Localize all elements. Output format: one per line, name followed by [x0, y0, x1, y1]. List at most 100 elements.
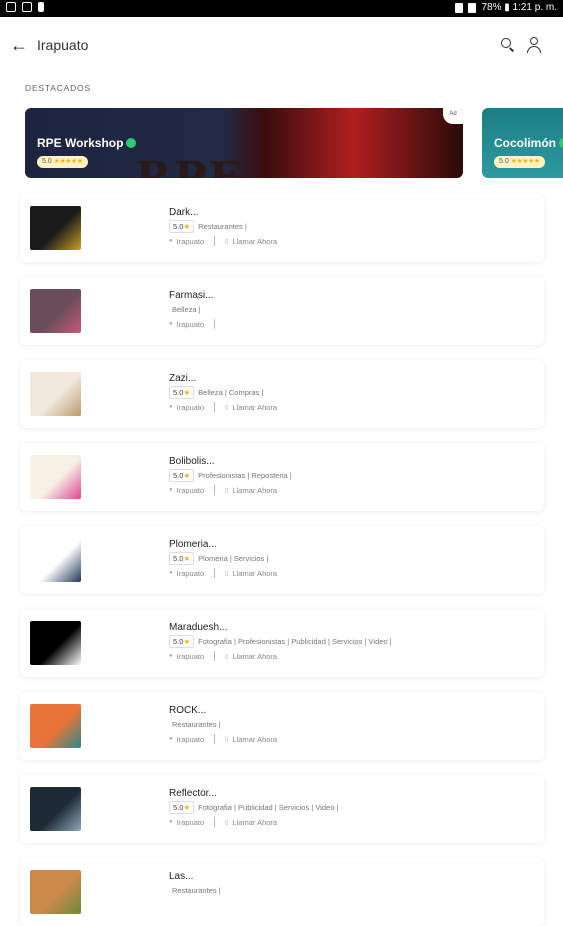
business-name: Zazi... [169, 373, 197, 384]
location-pin-icon: ● [169, 819, 173, 825]
flipboard-icon [22, 2, 32, 12]
star-icon: ★ [183, 388, 191, 397]
star-icon: ★ [183, 637, 191, 646]
business-card[interactable]: Bolibolis... 5.0★ Profesionistas | Reposte… [20, 443, 544, 511]
call-now-link[interactable]: Llamar Ahora [232, 735, 277, 744]
business-categories: Restaurantes | [198, 222, 247, 231]
call-now-link[interactable]: Llamar Ahora [232, 652, 277, 661]
star-icon: ★ [183, 554, 191, 563]
star-icon: ★ [183, 471, 191, 480]
business-actions: ● Irapuato ▯ Llamar Ahora [169, 568, 277, 578]
system-indicators: 78% ▮ 1:21 p. m. [455, 2, 557, 13]
location-pin-icon: ● [169, 736, 173, 742]
business-meta: Restaurantes | [169, 884, 221, 897]
call-now-link[interactable]: Llamar Ahora [232, 237, 277, 246]
rating-badge: 5.0★ [169, 801, 195, 814]
business-thumbnail [30, 704, 81, 748]
business-location: Irapuato [176, 734, 205, 744]
business-name: Farmasi... [169, 290, 214, 301]
business-meta: 5.0★ Restaurantes | [169, 220, 247, 233]
phone-icon: ▯ [225, 238, 229, 245]
business-card[interactable]: Farmasi... Belleza | ● Irapuato [20, 277, 544, 345]
business-card[interactable]: Dark... 5.0★ Restaurantes | ● Irapuato ▯ Llama… [20, 194, 544, 262]
rating-badge: 5.0★ [169, 552, 195, 565]
divider [214, 402, 216, 412]
battery-time: 78% ▮ 1:21 p. m. [481, 2, 557, 13]
business-name: Bolibolis... [169, 456, 215, 467]
business-meta: 5.0★ Fotografia | Publicidad | Servicios … [169, 801, 338, 814]
bluetooth-icon [455, 2, 464, 13]
location-pin-icon: ● [169, 404, 173, 410]
featured-rating: 5.0 ★★★★★ [37, 156, 88, 168]
featured-card[interactable]: RPE Ad RPE Workshop 5.0 ★★★★★ [25, 108, 463, 178]
app-bar: ← Irapuato [0, 17, 563, 73]
business-location: Irapuato [176, 568, 205, 578]
business-card[interactable]: Maraduesh... 5.0★ Fotografia | Profesionis… [20, 609, 544, 677]
business-actions: ● Irapuato ▯ Llamar Ahora [169, 485, 277, 495]
gallery-icon [6, 2, 16, 12]
business-thumbnail [30, 621, 81, 665]
verified-icon [126, 138, 137, 148]
business-thumbnail [30, 870, 81, 914]
phone-icon: ▯ [225, 819, 229, 826]
business-name: Reflector... [169, 788, 217, 799]
business-meta: Belleza | [169, 303, 201, 316]
user-icon[interactable] [527, 37, 541, 53]
divider [214, 485, 216, 495]
business-categories: Fotografia | Publicidad | Servicios | Vi… [198, 803, 339, 812]
divider [214, 734, 216, 744]
location-pin-icon: ● [169, 570, 173, 576]
search-icon[interactable] [500, 37, 516, 53]
business-thumbnail [30, 289, 81, 333]
business-meta: 5.0★ Plomeria | Servicios | [169, 552, 268, 565]
location-pin-icon: ● [169, 487, 173, 493]
business-actions: ● Irapuato ▯ Llamar Ahora [169, 236, 277, 246]
business-location: Irapuato [176, 485, 205, 495]
rating-badge: 5.0★ [169, 635, 195, 648]
business-categories: Plomeria | Servicios | [198, 554, 269, 563]
ad-badge: Ad [443, 108, 463, 124]
business-meta: 5.0★ Belleza | Compras | [169, 386, 263, 399]
business-actions: ● Irapuato ▯ Llamar Ahora [169, 651, 277, 661]
call-now-link[interactable]: Llamar Ahora [232, 818, 277, 827]
business-thumbnail [30, 787, 81, 831]
featured-section-label: DESTACADOS [25, 83, 91, 93]
business-categories: Restaurantes | [172, 886, 221, 895]
rating-badge: 5.0★ [169, 386, 195, 399]
business-card[interactable]: Plomeria... 5.0★ Plomeria | Servicios | ● Ir… [20, 526, 544, 594]
divider [214, 651, 216, 661]
business-card[interactable]: Las... Restaurantes | [20, 858, 544, 926]
call-now-link[interactable]: Llamar Ahora [232, 403, 277, 412]
business-categories: Profesionistas | Reposteria | [198, 471, 292, 480]
business-meta: Restaurantes | [169, 718, 221, 731]
call-now-link[interactable]: Llamar Ahora [232, 569, 277, 578]
wifi-icon [468, 2, 477, 13]
featured-name: RPE Workshop [37, 136, 137, 150]
star-icon: ★ [183, 222, 191, 231]
verified-icon [559, 138, 563, 148]
business-categories: Belleza | Compras | [198, 388, 264, 397]
phone-icon: ▯ [225, 487, 229, 494]
star-icon: ★ [183, 803, 191, 812]
featured-card[interactable]: Cocolimón 5.0 ★★★★★ [482, 108, 563, 178]
business-location: Irapuato [176, 402, 205, 412]
business-card[interactable]: Reflector... 5.0★ Fotografia | Publicidad … [20, 775, 544, 843]
download-icon [38, 2, 44, 12]
business-thumbnail [30, 455, 81, 499]
back-arrow-icon[interactable]: ← [10, 35, 32, 55]
status-bar: 78% ▮ 1:21 p. m. [0, 0, 563, 17]
business-name: Dark... [169, 207, 199, 218]
business-thumbnail [30, 372, 81, 416]
business-categories: Restaurantes | [172, 720, 221, 729]
call-now-link[interactable]: Llamar Ahora [232, 486, 277, 495]
phone-icon: ▯ [225, 404, 229, 411]
business-actions: ● Irapuato ▯ Llamar Ahora [169, 402, 277, 412]
location-pin-icon: ● [169, 321, 173, 327]
rating-badge: 5.0★ [169, 469, 195, 482]
business-card[interactable]: ROCK... Restaurantes | ● Irapuato ▯ Llamar Ah… [20, 692, 544, 760]
business-card[interactable]: Zazi... 5.0★ Belleza | Compras | ● Irapuato ▯… [20, 360, 544, 428]
rating-badge: 5.0★ [169, 220, 195, 233]
business-actions: ● Irapuato ▯ Llamar Ahora [169, 817, 277, 827]
business-thumbnail [30, 538, 81, 582]
business-meta: 5.0★ Fotografia | Profesionistas | Public… [169, 635, 392, 648]
